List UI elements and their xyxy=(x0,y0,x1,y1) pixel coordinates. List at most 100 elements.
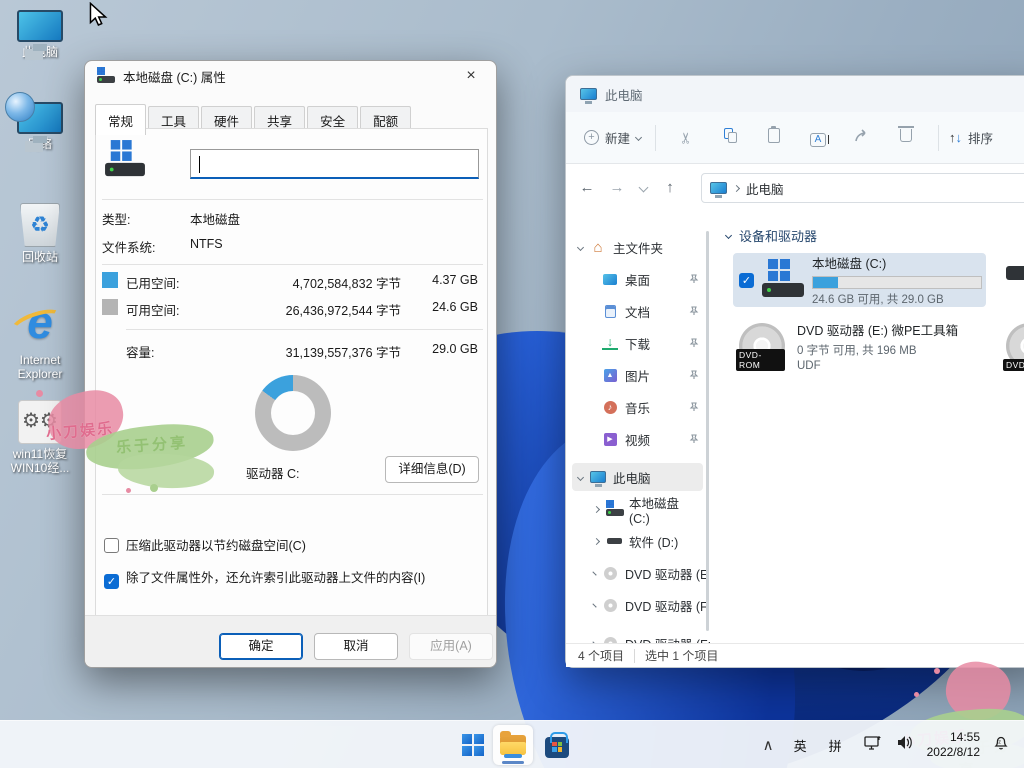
taskbar-file-explorer[interactable] xyxy=(493,725,533,765)
type-value: 本地磁盘 xyxy=(190,209,240,228)
type-label: 类型: xyxy=(102,209,130,228)
monitor-icon xyxy=(17,10,63,42)
share-icon[interactable] xyxy=(840,128,884,147)
notification-bell-icon[interactable]: z xyxy=(992,734,1010,756)
sidebar-item-pictures[interactable]: ▲ 图片 xyxy=(596,361,703,389)
drive-tile-partial-d[interactable] xyxy=(1006,266,1024,280)
compress-checkbox-row[interactable]: 压缩此驱动器以节约磁盘空间(C) xyxy=(104,535,306,554)
drive-tile-c[interactable]: ✓ 本地磁盘 (C:) 24.6 GB 可用, 共 29.0 GB xyxy=(733,253,986,307)
start-button[interactable] xyxy=(453,725,493,765)
delete-icon[interactable] xyxy=(884,129,928,146)
explorer-window: 此电脑 + 新建 ✂ A xyxy=(565,75,1024,668)
desktop-icon-internet-explorer[interactable]: e Internet Explorer xyxy=(2,296,78,381)
index-checkbox-row[interactable]: ✓除了文件属性外，还允许索引此驱动器上文件的内容(I) xyxy=(104,567,425,589)
disk-usage-donut-chart xyxy=(255,375,331,451)
sidebar-item-label: DVD 驱动器 (F xyxy=(625,596,708,615)
tray-chevron-up-icon[interactable]: ∧ xyxy=(763,736,774,754)
breadcrumb-item[interactable]: 此电脑 xyxy=(746,179,784,198)
cancel-button[interactable]: 取消 xyxy=(314,633,398,660)
sidebar-item-disk-d[interactable]: 软件 (D:) xyxy=(588,527,703,555)
ime-language-english[interactable]: 英 xyxy=(794,736,807,755)
pin-icon xyxy=(689,306,699,316)
rename-icon[interactable]: A xyxy=(796,129,840,147)
close-icon[interactable]: × xyxy=(450,61,492,91)
breadcrumb[interactable]: 此电脑 xyxy=(701,173,1024,203)
sidebar-item-downloads[interactable]: ↓ 下载 xyxy=(596,329,703,357)
dvd-icon xyxy=(602,597,618,613)
checkbox-unchecked[interactable] xyxy=(104,538,119,553)
ok-button[interactable]: 确定 xyxy=(219,633,303,660)
sidebar-item-label: 此电脑 xyxy=(613,468,651,487)
sidebar-item-local-disk-c[interactable]: 本地磁盘 (C:) xyxy=(588,495,703,523)
tile-checkbox-checked[interactable]: ✓ xyxy=(739,273,754,288)
paste-icon[interactable] xyxy=(752,128,796,147)
back-icon[interactable]: ← xyxy=(572,179,602,196)
sidebar-item-label: 桌面 xyxy=(625,270,650,289)
selected-count: 选中 1 个项目 xyxy=(645,647,718,664)
desktop-icon-win11-restore[interactable]: ⚙⚙ win11恢复 WIN10经... xyxy=(2,400,78,475)
sidebar-item-home[interactable]: ⌂ 主文件夹 xyxy=(572,233,703,261)
sidebar-item-dvd-f[interactable]: DVD 驱动器 (F xyxy=(588,591,703,619)
sort-arrows-icon: ↑↓ xyxy=(949,130,962,145)
drive-tile-dvd-e[interactable]: DVD-ROM DVD 驱动器 (E:) 微PE工具箱 0 字节 可用, 共 1… xyxy=(733,316,986,376)
details-button[interactable]: 详细信息(D) xyxy=(385,456,479,483)
explorer-titlebar[interactable]: 此电脑 xyxy=(566,76,1024,112)
dialog-button-area: 确定 取消 应用(A) xyxy=(85,615,496,667)
section-devices-and-drives[interactable]: 设备和驱动器 xyxy=(726,226,817,245)
text-caret xyxy=(199,156,200,173)
new-label: 新建 xyxy=(605,128,630,147)
up-icon[interactable]: ↑ xyxy=(655,179,685,196)
tray-clock[interactable]: 14:55 2022/8/12 xyxy=(927,730,980,760)
ime-language-pinyin[interactable]: 拼 xyxy=(829,736,842,755)
drive-info: 0 字节 可用, 共 196 MB xyxy=(797,342,958,358)
apply-button[interactable]: 应用(A) xyxy=(409,633,493,660)
music-icon: ♪ xyxy=(602,399,618,415)
drive-info: 24.6 GB 可用, 共 29.0 GB xyxy=(812,291,982,307)
expand-chevron-icon[interactable] xyxy=(592,603,596,607)
sort-button[interactable]: ↑↓ 排序 xyxy=(949,128,993,147)
checkbox-checked[interactable]: ✓ xyxy=(104,574,119,589)
sidebar-item-label: DVD 驱动器 (F:) xyxy=(625,634,711,644)
sidebar-item-music[interactable]: ♪ 音乐 xyxy=(596,393,703,421)
pin-icon xyxy=(689,434,699,444)
copy-icon[interactable] xyxy=(708,128,752,147)
active-app-indicator xyxy=(502,761,524,764)
sidebar-item-dvd-e[interactable]: DVD 驱动器 (E xyxy=(588,559,703,587)
expand-chevron-icon[interactable] xyxy=(593,537,600,544)
sidebar-item-videos[interactable]: ▶ 视频 xyxy=(596,425,703,453)
new-button[interactable]: + 新建 xyxy=(584,128,641,147)
sidebar-item-dvd-f2[interactable]: DVD 驱动器 (F:) xyxy=(588,629,703,643)
volume-label-input[interactable] xyxy=(190,149,479,179)
dialog-titlebar[interactable]: 本地磁盘 (C:) 属性 xyxy=(85,61,496,91)
drive-capacity-bar xyxy=(812,276,982,289)
used-space-size: 4.37 GB xyxy=(416,273,478,287)
cut-icon[interactable]: ✂ xyxy=(677,116,695,160)
expand-chevron-icon[interactable] xyxy=(592,571,596,575)
sidebar-item-label: DVD 驱动器 (E xyxy=(625,564,708,583)
explorer-statusbar: 4 个项目 选中 1 个项目 xyxy=(566,643,1024,667)
ie-icon: e xyxy=(2,296,78,350)
free-space-label: 可用空间: xyxy=(126,300,179,319)
pin-icon xyxy=(689,402,699,412)
taskbar: ∧ 英 拼 14:55 2022/8/12 z xyxy=(0,720,1024,768)
desktop-icon-recycle-bin[interactable]: ♻ 回收站 xyxy=(2,203,78,264)
sidebar-item-desktop[interactable]: 桌面 xyxy=(596,265,703,293)
forward-icon[interactable]: → xyxy=(602,179,632,196)
volume-icon[interactable] xyxy=(896,735,913,755)
drive-icon-large xyxy=(105,140,145,180)
taskbar-microsoft-store[interactable] xyxy=(537,725,577,765)
tab-general[interactable]: 常规 xyxy=(95,104,146,135)
network-icon[interactable] xyxy=(864,735,882,756)
sidebar-item-this-pc[interactable]: 此电脑 xyxy=(572,463,703,491)
expand-chevron-icon[interactable] xyxy=(577,473,584,480)
sidebar-item-documents[interactable]: 文档 xyxy=(596,297,703,325)
desktop-icon-network[interactable]: 网络 xyxy=(2,102,78,151)
sidebar-scrollbar[interactable] xyxy=(706,231,709,631)
expand-chevron-icon[interactable] xyxy=(577,243,584,250)
free-space-bytes: 26,436,972,544 字节 xyxy=(246,300,401,319)
drive-tile-partial-f[interactable]: DVD xyxy=(1006,323,1024,369)
history-chevron-icon[interactable] xyxy=(639,183,649,193)
expand-chevron-icon[interactable] xyxy=(593,505,600,512)
desktop-icon-this-pc[interactable]: 此电脑 xyxy=(2,10,78,59)
explorer-sidebar: ⌂ 主文件夹 桌面 文档 ↓ 下载 ▲ 图片 ♪ 音乐 ▶ xyxy=(566,211,711,643)
